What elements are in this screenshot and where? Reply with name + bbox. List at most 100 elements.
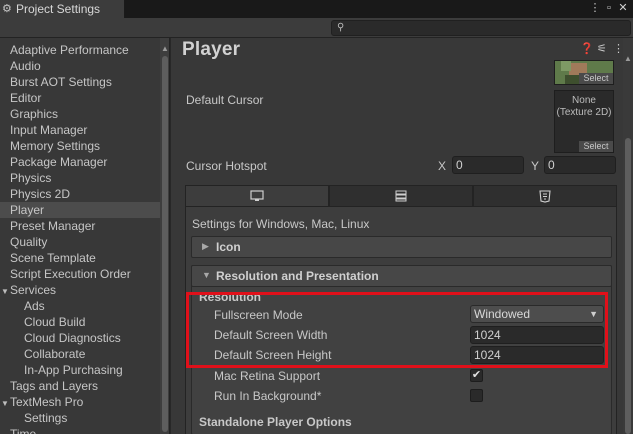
resolution-presentation-title: Resolution and Presentation xyxy=(216,269,379,283)
sidebar-item-script-execution-order[interactable]: Script Execution Order xyxy=(0,266,160,282)
default-height-label: Default Screen Height xyxy=(214,348,332,362)
run-in-background-checkbox[interactable] xyxy=(470,389,483,402)
close-icon[interactable]: ✕ xyxy=(617,1,629,15)
help-icon[interactable]: ❓ xyxy=(580,42,594,55)
sidebar-item-label: Package Manager xyxy=(10,155,108,169)
sidebar-item-label: Editor xyxy=(10,91,42,105)
scroll-up-icon[interactable]: ▲ xyxy=(161,44,169,53)
sidebar-item-label: Time xyxy=(10,427,37,434)
default-height-field[interactable]: 1024 xyxy=(470,346,604,364)
sidebar-item-collaborate[interactable]: Collaborate xyxy=(0,346,160,362)
fullscreen-mode-dropdown[interactable]: Windowed ▼ xyxy=(470,305,604,323)
sidebar-item-label: Scene Template xyxy=(10,251,96,265)
hotspot-x-label: X xyxy=(438,159,447,173)
sidebar-item-label: Burst AOT Settings xyxy=(10,75,112,89)
search-input[interactable]: ⚲ xyxy=(331,20,631,36)
tab-standalone[interactable] xyxy=(185,185,329,207)
default-icon-thumbnail[interactable]: Select xyxy=(554,60,614,85)
sidebar-item-label: Cloud Build xyxy=(24,315,86,329)
sidebar-item-label: Script Execution Order xyxy=(10,267,131,281)
default-width-label: Default Screen Width xyxy=(214,328,328,342)
sidebar-item-tags-and-layers[interactable]: Tags and Layers xyxy=(0,378,160,394)
tab-project-settings[interactable]: ⚙ Project Settings xyxy=(0,0,125,18)
scroll-up-icon[interactable]: ▲ xyxy=(624,54,632,63)
server-icon xyxy=(395,190,407,202)
sidebar-item-services[interactable]: ▼Services xyxy=(0,282,160,298)
sidebar-item-burst-aot-settings[interactable]: Burst AOT Settings xyxy=(0,74,160,90)
sidebar-item-label: Player xyxy=(10,203,45,217)
sidebar-item-package-manager[interactable]: Package Manager xyxy=(0,154,160,170)
sidebar-item-adaptive-performance[interactable]: Adaptive Performance xyxy=(0,42,160,58)
icon-select-button[interactable]: Select xyxy=(579,73,613,84)
chevron-right-icon: ▶ xyxy=(202,241,209,251)
fullscreen-mode-label: Fullscreen Mode xyxy=(214,308,303,322)
sidebar-item-label: Services xyxy=(10,283,57,297)
gear-icon: ⚙ xyxy=(2,2,12,15)
sidebar-item-graphics[interactable]: Graphics xyxy=(0,106,160,122)
icon-section-header[interactable]: ▶ Icon xyxy=(191,236,612,258)
default-width-field[interactable]: 1024 xyxy=(470,326,604,344)
sidebar-item-label: TextMesh Pro xyxy=(10,395,84,409)
cursor-hotspot-label: Cursor Hotspot xyxy=(186,159,267,173)
sidebar-item-player[interactable]: Player xyxy=(0,202,160,218)
resolution-presentation-header[interactable]: ▼ Resolution and Presentation xyxy=(191,265,612,287)
sidebar-item-preset-manager[interactable]: Preset Manager xyxy=(0,218,160,234)
resolution-heading: Resolution xyxy=(199,290,261,304)
fullscreen-mode-value: Windowed xyxy=(474,307,531,321)
sidebar-item-ads[interactable]: Ads xyxy=(0,298,160,314)
sidebar-item-audio[interactable]: Audio xyxy=(0,58,160,74)
sidebar-item-label: In-App Purchasing xyxy=(24,363,123,377)
sidebar-item-label: Physics xyxy=(10,171,52,185)
mac-retina-checkbox[interactable]: ✔ xyxy=(470,369,483,382)
texture-none-text: None (Texture 2D) xyxy=(556,95,612,118)
page-title: Player xyxy=(182,39,241,60)
player-settings-panel: Player ❓ ⚟ ⋮ Select Default Cursor None(… xyxy=(171,38,633,434)
sidebar-item-label: Cloud Diagnostics xyxy=(24,331,121,345)
tab-webgl[interactable] xyxy=(473,185,617,207)
default-cursor-texture-field[interactable]: None (Texture 2D) Select xyxy=(554,90,614,153)
chevron-down-icon: ▼ xyxy=(202,270,211,280)
sidebar-item-settings[interactable]: Settings xyxy=(0,410,160,426)
preset-sliders-icon[interactable]: ⚟ xyxy=(597,42,607,55)
sidebar-item-physics[interactable]: Physics xyxy=(0,170,160,186)
cursor-select-button[interactable]: Select xyxy=(579,141,613,152)
sidebar-item-physics-2d[interactable]: Physics 2D xyxy=(0,186,160,202)
search-row: ⚲ xyxy=(0,18,633,38)
sidebar-item-quality[interactable]: Quality xyxy=(0,234,160,250)
main-scroll-thumb[interactable] xyxy=(625,138,631,434)
hotspot-y-field[interactable]: 0 xyxy=(544,156,616,174)
sidebar-item-input-manager[interactable]: Input Manager xyxy=(0,122,160,138)
settings-for-label: Settings for Windows, Mac, Linux xyxy=(192,217,370,231)
run-in-background-label: Run In Background* xyxy=(214,389,322,403)
sidebar-item-textmesh-pro[interactable]: ▼TextMesh Pro xyxy=(0,394,160,410)
sidebar-item-label: Memory Settings xyxy=(10,139,101,153)
sidebar-scroll-thumb[interactable] xyxy=(162,56,168,432)
sidebar-item-in-app-purchasing[interactable]: In-App Purchasing xyxy=(0,362,160,378)
maximize-icon[interactable]: ▫ xyxy=(603,1,615,15)
monitor-icon xyxy=(250,190,264,201)
sidebar-item-memory-settings[interactable]: Memory Settings xyxy=(0,138,160,154)
tab-dedicated-server[interactable] xyxy=(329,185,473,207)
window-title: Project Settings xyxy=(16,2,101,16)
mac-retina-label: Mac Retina Support xyxy=(214,369,321,383)
sidebar-item-scene-template[interactable]: Scene Template xyxy=(0,250,160,266)
sidebar-item-time[interactable]: Time xyxy=(0,426,160,434)
sidebar-item-label: Collaborate xyxy=(24,347,86,361)
sidebar-item-cloud-build[interactable]: Cloud Build xyxy=(0,314,160,330)
window-tab-bar: ⚙ Project Settings ⋮ ▫ ✕ xyxy=(0,0,633,18)
sidebar-item-label: Tags and Layers xyxy=(10,379,99,393)
sidebar-item-cloud-diagnostics[interactable]: Cloud Diagnostics xyxy=(0,330,160,346)
sidebar-item-label: Preset Manager xyxy=(10,219,96,233)
hotspot-y-label: Y xyxy=(531,159,540,173)
sidebar-item-editor[interactable]: Editor xyxy=(0,90,160,106)
sidebar-item-label: Graphics xyxy=(10,107,59,121)
sidebar-scrollbar[interactable]: ▲ xyxy=(160,38,169,434)
sidebar-item-label: Quality xyxy=(10,235,48,249)
standalone-player-heading: Standalone Player Options xyxy=(199,415,352,429)
settings-sidebar: Adaptive Performance Audio Burst AOT Setti… xyxy=(0,38,170,434)
hotspot-x-field[interactable]: 0 xyxy=(452,156,524,174)
sidebar-item-label: Physics 2D xyxy=(10,187,71,201)
kebab-menu-icon[interactable]: ⋮ xyxy=(589,1,601,15)
main-scrollbar[interactable]: ▲ xyxy=(623,38,633,434)
search-icon: ⚲ xyxy=(337,22,345,33)
